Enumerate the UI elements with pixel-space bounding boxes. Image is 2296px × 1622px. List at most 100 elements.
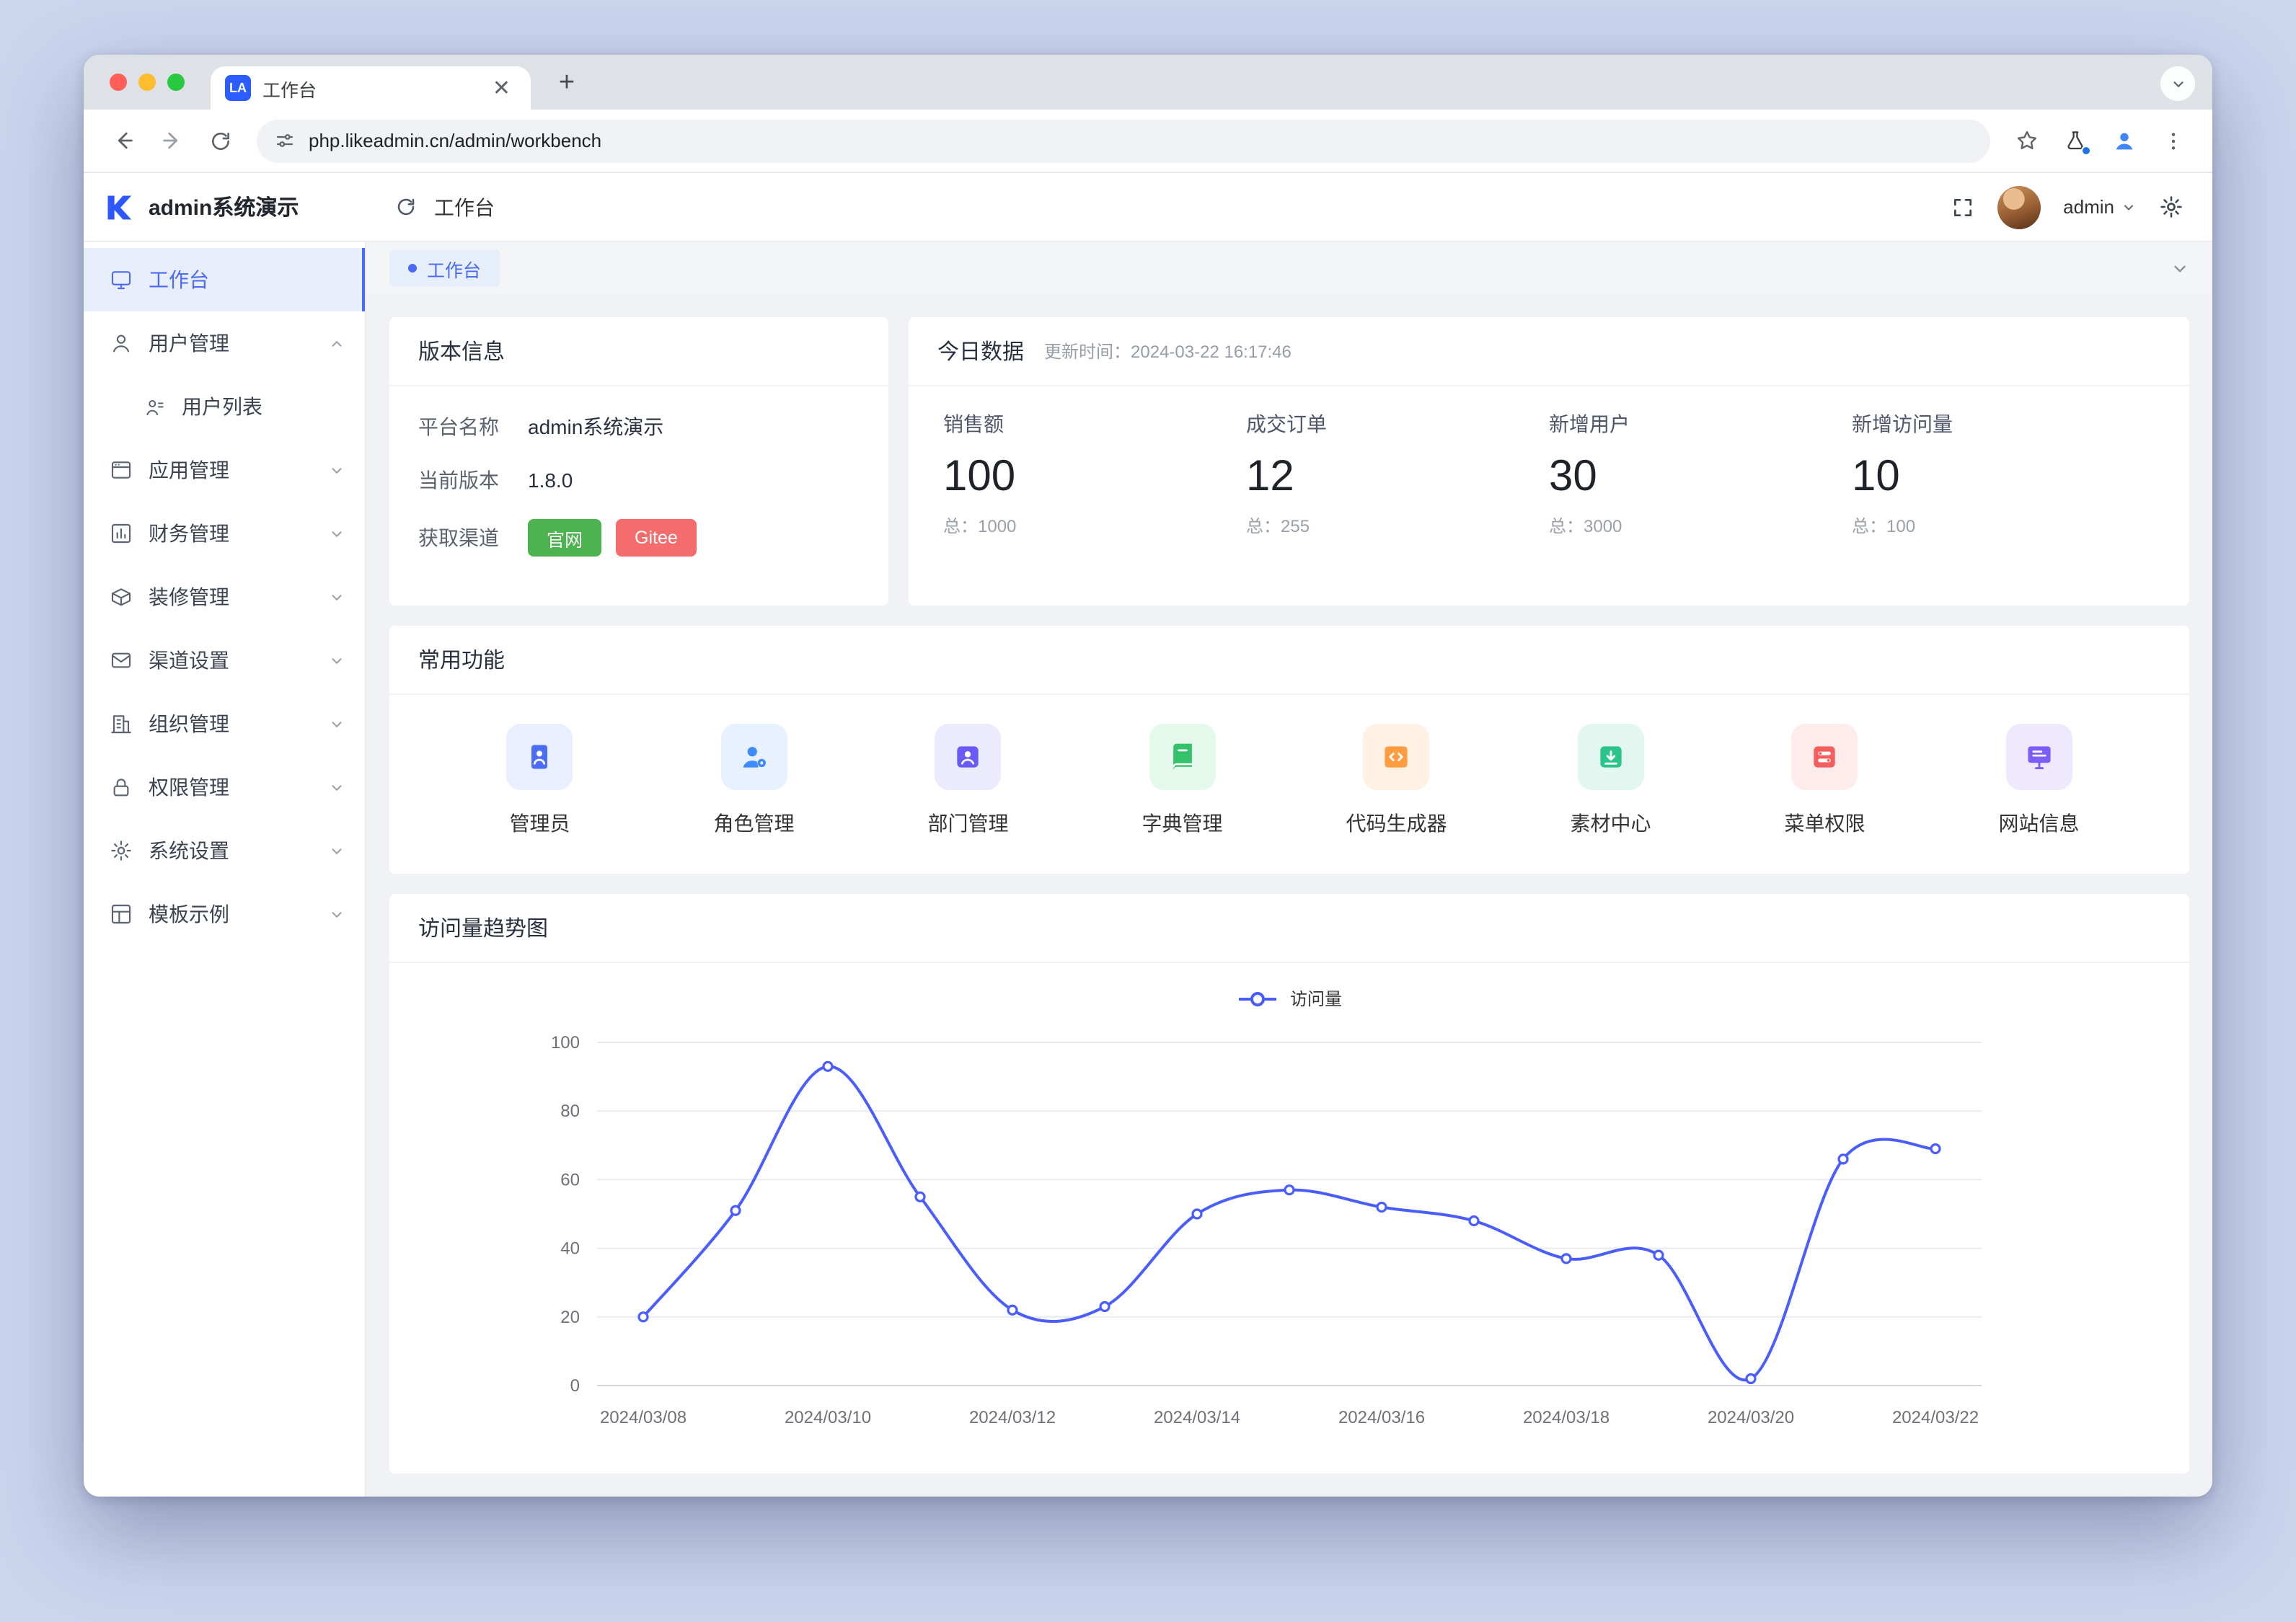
close-window-button[interactable] <box>110 74 127 91</box>
chevron-down-icon <box>329 589 345 605</box>
svg-text:0: 0 <box>570 1376 580 1396</box>
stat-orders: 成交订单 12 总：255 <box>1246 409 1549 538</box>
user-menu[interactable]: admin <box>2063 196 2136 218</box>
chevron-down-icon <box>329 652 345 668</box>
shortcut-role-management[interactable]: 角色管理 <box>647 724 861 838</box>
code-generator-icon <box>1381 741 1413 773</box>
updated-time-text: 更新时间：2024-03-22 16:17:46 <box>1044 339 1292 363</box>
page-tabs-bar: 工作台 <box>366 242 2212 294</box>
common-functions-title: 常用功能 <box>418 644 505 675</box>
common-functions-card: 常用功能 管理员 <box>389 626 2189 874</box>
shortcut-code-generator[interactable]: 代码生成器 <box>1289 724 1504 838</box>
shortcut-website-info[interactable]: 网站信息 <box>1932 724 2146 838</box>
sidebar-item-decorate-management[interactable]: 装修管理 <box>84 565 365 629</box>
tab-search-button[interactable] <box>2160 66 2195 101</box>
sidebar-item-org-management[interactable]: 组织管理 <box>84 692 365 755</box>
sidebar-item-app-management[interactable]: 应用管理 <box>84 438 365 502</box>
desktop-background: LA 工作台 ✕ + php.likeadmin.cn/admin/workb <box>0 0 2296 1622</box>
url-field[interactable]: php.likeadmin.cn/admin/workbench <box>257 119 1990 162</box>
app-logo[interactable]: admin系统演示 <box>84 173 366 241</box>
settings-gear-icon[interactable] <box>2159 195 2184 219</box>
chevron-down-icon <box>329 716 345 732</box>
reload-button[interactable] <box>199 119 242 162</box>
shortcut-admin[interactable]: 管理员 <box>433 724 647 838</box>
back-arrow-icon <box>110 128 135 153</box>
svg-text:2024/03/18: 2024/03/18 <box>1523 1408 1610 1427</box>
browser-menu-button[interactable] <box>2152 119 2195 162</box>
site-settings-icon <box>274 130 296 151</box>
visit-trend-title: 访问量趋势图 <box>418 913 548 943</box>
app-body: 工作台 用户管理 用户列表 应用管理 <box>84 242 2212 1497</box>
gear-icon <box>110 839 133 862</box>
svg-text:80: 80 <box>560 1102 580 1121</box>
svg-text:2024/03/08: 2024/03/08 <box>600 1408 686 1427</box>
minimize-window-button[interactable] <box>138 74 156 91</box>
reload-icon <box>209 129 232 152</box>
back-button[interactable] <box>101 119 144 162</box>
browser-tab[interactable]: LA 工作台 ✕ <box>211 66 531 110</box>
app-header: 工作台 admin <box>366 173 2212 241</box>
new-tab-button[interactable]: + <box>548 65 586 102</box>
user-avatar[interactable] <box>1997 185 2040 229</box>
user-list-icon <box>144 396 166 417</box>
sidebar-item-permission-management[interactable]: 权限管理 <box>84 755 365 819</box>
monitor-icon <box>110 268 133 291</box>
browser-profile-button[interactable] <box>2103 119 2146 162</box>
browser-window: LA 工作台 ✕ + php.likeadmin.cn/admin/workb <box>84 55 2212 1497</box>
decorate-box-icon <box>110 585 133 608</box>
star-icon <box>2014 128 2039 153</box>
sidebar-item-user-list[interactable]: 用户列表 <box>84 375 365 438</box>
website-monitor-icon <box>2023 741 2055 773</box>
browser-address-bar: php.likeadmin.cn/admin/workbench <box>84 110 2212 173</box>
app-top-bar: admin系统演示 工作台 admin <box>84 173 2212 242</box>
sidebar-item-workbench[interactable]: 工作台 <box>84 248 365 311</box>
chevron-down-icon <box>329 906 345 922</box>
version-card-title: 版本信息 <box>418 336 505 366</box>
likeadmin-logo-icon <box>104 191 136 223</box>
admin-badge-icon <box>524 741 556 773</box>
fullscreen-icon[interactable] <box>1951 195 1974 218</box>
tab-close-icon[interactable]: ✕ <box>487 74 516 102</box>
svg-text:2024/03/10: 2024/03/10 <box>785 1408 871 1427</box>
url-text: php.likeadmin.cn/admin/workbench <box>309 130 601 151</box>
menu-auth-toggle-icon <box>1809 741 1841 773</box>
extension-button[interactable] <box>2054 119 2097 162</box>
svg-text:2024/03/14: 2024/03/14 <box>1154 1408 1240 1427</box>
refresh-icon[interactable] <box>395 196 417 218</box>
sidebar-item-user-management[interactable]: 用户管理 <box>84 311 365 375</box>
sidebar-item-finance-management[interactable]: 财务管理 <box>84 502 365 565</box>
header-right: admin <box>1951 185 2184 229</box>
gitee-button[interactable]: Gitee <box>616 519 697 557</box>
shortcut-dictionary-management[interactable]: 字典管理 <box>1075 724 1289 838</box>
role-user-icon <box>738 741 770 773</box>
shortcut-material-center[interactable]: 素材中心 <box>1504 724 1718 838</box>
tabs-chevron-down-icon[interactable] <box>2171 259 2189 278</box>
shortcut-menu-permission[interactable]: 菜单权限 <box>1718 724 1932 838</box>
content-area: 版本信息 平台名称 admin系统演示 当前版本 1.8. <box>366 294 2212 1497</box>
forward-button[interactable] <box>150 119 193 162</box>
chart-legend[interactable]: 访问量 <box>412 986 2166 1011</box>
zoom-window-button[interactable] <box>167 74 185 91</box>
shortcut-department-management[interactable]: 部门管理 <box>861 724 1075 838</box>
chevron-down-icon <box>329 462 345 478</box>
mail-icon <box>110 649 133 672</box>
material-box-icon <box>1595 741 1627 773</box>
sidebar-item-channel-settings[interactable]: 渠道设置 <box>84 629 365 692</box>
svg-text:2024/03/12: 2024/03/12 <box>969 1408 1056 1427</box>
svg-text:2024/03/16: 2024/03/16 <box>1338 1408 1425 1427</box>
page-tab-workbench[interactable]: 工作台 <box>389 249 500 287</box>
sidebar-item-system-settings[interactable]: 系统设置 <box>84 819 365 882</box>
channel-label: 获取渠道 <box>418 523 528 552</box>
building-icon <box>110 712 133 735</box>
stat-new-users: 新增用户 30 总：3000 <box>1549 409 1852 538</box>
chevron-down-icon <box>329 843 345 859</box>
stat-sales: 销售额 100 总：1000 <box>943 409 1246 538</box>
dictionary-book-icon <box>1167 741 1198 773</box>
chevron-down-icon <box>2170 76 2186 92</box>
sidebar-item-template-examples[interactable]: 模板示例 <box>84 882 365 946</box>
official-site-button[interactable]: 官网 <box>528 519 601 557</box>
site-favicon: LA <box>225 75 251 101</box>
bookmark-button[interactable] <box>2005 119 2048 162</box>
current-version-value: 1.8.0 <box>528 469 573 492</box>
current-version-label: 当前版本 <box>418 466 528 495</box>
